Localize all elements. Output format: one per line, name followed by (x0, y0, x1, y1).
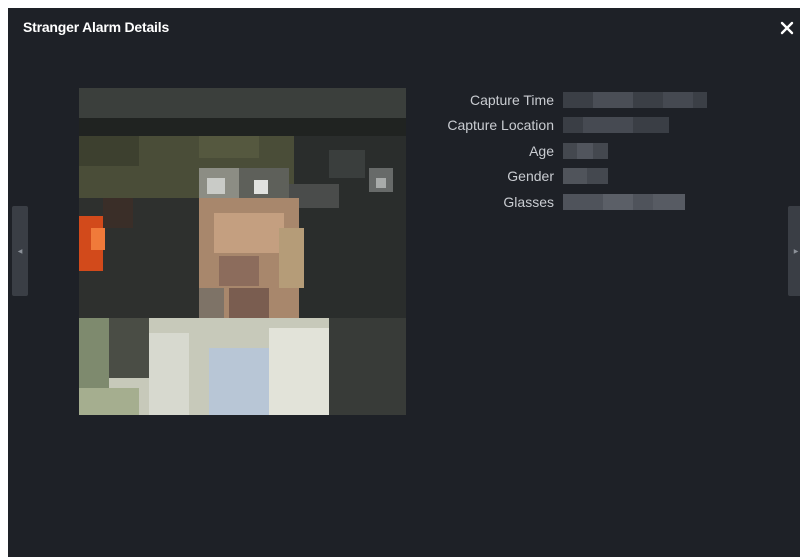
age-value-redacted (563, 142, 608, 159)
captured-face-image (79, 88, 406, 415)
glasses-value-redacted (563, 193, 685, 210)
detail-row-gender: Gender (408, 164, 708, 190)
capture-location-label: Capture Location (447, 117, 554, 134)
capture-time-label: Capture Time (469, 91, 554, 108)
detail-row-capture-time: Capture Time (408, 87, 708, 113)
glasses-label: Glasses (503, 193, 554, 210)
gender-value-redacted (563, 168, 608, 185)
next-button[interactable]: ▶ (788, 206, 800, 296)
chevron-right-icon: ▶ (793, 248, 799, 255)
detail-row-age: Age (408, 138, 708, 164)
capture-location-value-redacted (563, 117, 669, 134)
gender-label: Gender (507, 168, 554, 185)
dialog-title: Stranger Alarm Details (23, 19, 170, 35)
detail-row-capture-location: Capture Location (408, 113, 708, 139)
chevron-left-icon: ◀ (17, 248, 23, 255)
capture-time-value-redacted (563, 91, 707, 108)
age-label: Age (529, 142, 554, 159)
detail-row-glasses: Glasses (408, 189, 708, 215)
alarm-details-list: Capture Time Capture Location Age Gender (408, 87, 708, 215)
pixelated-face-photo (79, 88, 406, 415)
stranger-alarm-dialog: Stranger Alarm Details ◀ ▶ Capture Time … (8, 8, 800, 557)
close-icon[interactable] (778, 19, 796, 37)
previous-button[interactable]: ◀ (12, 206, 28, 296)
